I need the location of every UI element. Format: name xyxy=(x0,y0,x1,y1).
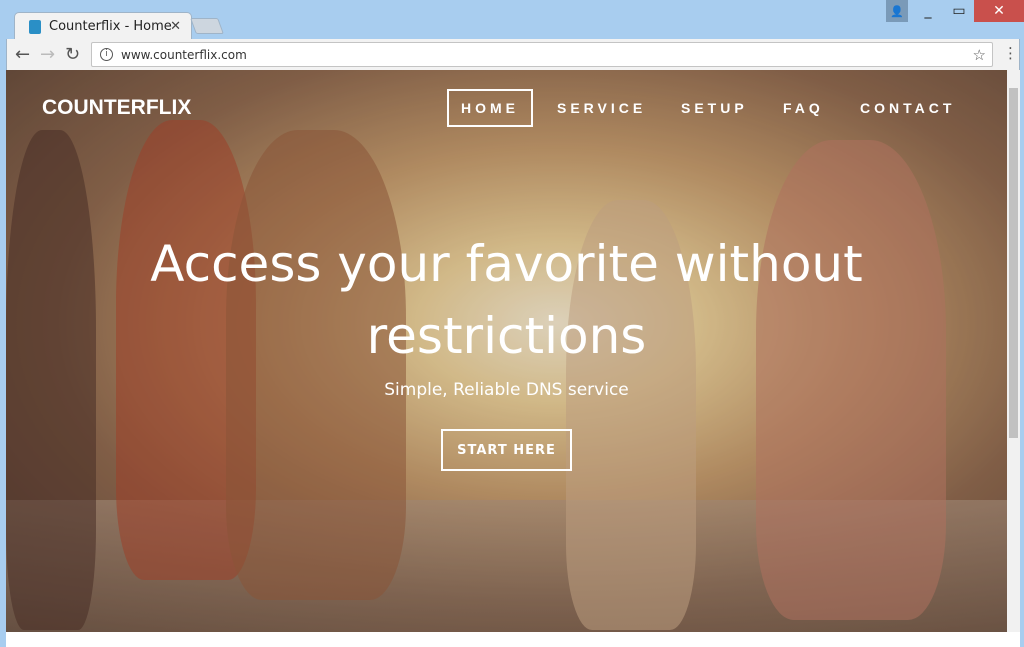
start-here-button[interactable]: START HERE xyxy=(441,429,572,471)
scrollbar[interactable] xyxy=(1007,70,1020,632)
tab-close-icon[interactable]: ✕ xyxy=(170,19,181,34)
new-tab-button[interactable] xyxy=(190,18,224,34)
browser-toolbar: ← → ↻ i www.counterflix.com ☆ ⋮ xyxy=(6,39,1020,70)
nav-service[interactable]: SERVICE xyxy=(545,89,658,127)
url-text[interactable]: www.counterflix.com xyxy=(121,48,247,62)
forward-icon[interactable]: → xyxy=(40,44,55,65)
hero-section: COUNTERFLIX HOME SERVICE SETUP FAQ CONTA… xyxy=(6,70,1007,632)
favicon-icon xyxy=(29,19,41,34)
scrollbar-thumb[interactable] xyxy=(1009,88,1018,438)
back-icon[interactable]: ← xyxy=(15,44,30,65)
site-logo[interactable]: COUNTERFLIX xyxy=(42,96,191,120)
tab-title: Counterflix - Home xyxy=(49,19,172,34)
nav-faq[interactable]: FAQ xyxy=(771,89,836,127)
user-icon[interactable]: 👤 xyxy=(886,0,908,22)
browser-menu-icon[interactable]: ⋮ xyxy=(1003,44,1018,62)
address-bar[interactable]: i www.counterflix.com ☆ xyxy=(91,42,993,67)
bookmark-star-icon[interactable]: ☆ xyxy=(973,46,986,64)
maximize-button[interactable]: ▭ xyxy=(946,0,972,22)
nav-setup[interactable]: SETUP xyxy=(669,89,760,127)
hero-headline: Access your favorite without restriction… xyxy=(150,235,863,365)
info-icon[interactable]: i xyxy=(100,48,113,61)
browser-tab[interactable]: Counterflix - Home ✕ xyxy=(14,12,192,40)
nav-home[interactable]: HOME xyxy=(447,89,533,127)
hero-background xyxy=(6,500,1007,632)
hero-subheadline: Simple, Reliable DNS service xyxy=(384,380,629,400)
page-bottom xyxy=(6,632,1020,647)
window-close-button[interactable]: ✕ xyxy=(974,0,1024,22)
nav-contact[interactable]: CONTACT xyxy=(848,89,967,127)
minimize-button[interactable]: _ xyxy=(914,0,942,22)
reload-icon[interactable]: ↻ xyxy=(65,44,80,65)
